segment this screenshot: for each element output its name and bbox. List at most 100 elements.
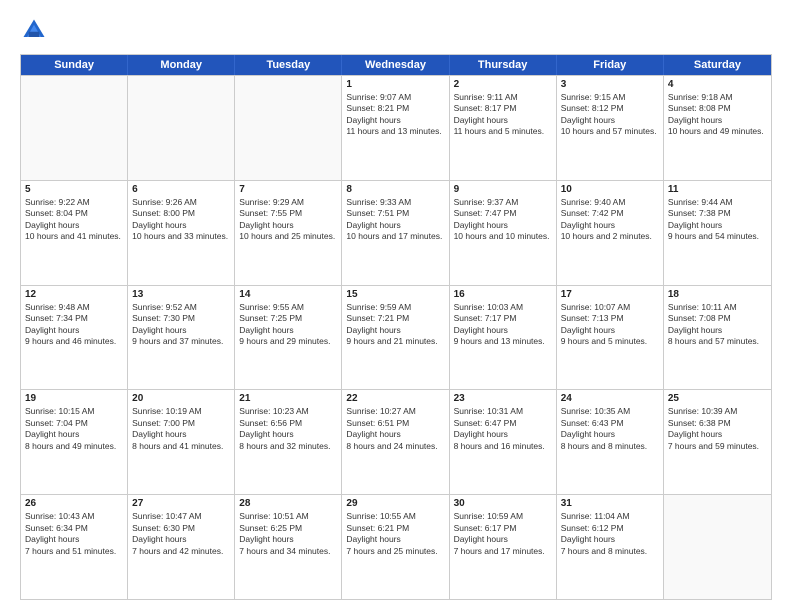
- calendar-cell: 19Sunrise: 10:15 AMSunset: 7:04 PMDaylig…: [21, 390, 128, 494]
- day-number: 6: [132, 184, 230, 195]
- calendar-week-2: 5 Sunrise: 9:22 AMSunset: 8:04 PMDaylight…: [21, 180, 771, 285]
- calendar-cell: 5 Sunrise: 9:22 AMSunset: 8:04 PMDaylight…: [21, 181, 128, 285]
- day-number: 23: [454, 393, 552, 404]
- day-number: 8: [346, 184, 444, 195]
- day-number: 30: [454, 498, 552, 509]
- day-number: 31: [561, 498, 659, 509]
- day-info: Sunrise: 9:40 AMSunset: 7:42 PMDaylight …: [561, 197, 659, 243]
- day-info: Sunrise: 10:51 AMSunset: 6:25 PMDaylight…: [239, 511, 337, 557]
- calendar-cell: [235, 76, 342, 180]
- day-header-thursday: Thursday: [450, 55, 557, 75]
- calendar: SundayMondayTuesdayWednesdayThursdayFrid…: [20, 54, 772, 600]
- calendar-cell: [21, 76, 128, 180]
- calendar-week-5: 26Sunrise: 10:43 AMSunset: 6:34 PMDaylig…: [21, 494, 771, 599]
- day-number: 2: [454, 79, 552, 90]
- day-info: Sunrise: 10:59 AMSunset: 6:17 PMDaylight…: [454, 511, 552, 557]
- day-number: 14: [239, 289, 337, 300]
- calendar-cell: 16Sunrise: 10:03 AMSunset: 7:17 PMDaylig…: [450, 286, 557, 390]
- day-header-wednesday: Wednesday: [342, 55, 449, 75]
- calendar-cell: 25 Sunrise: 10:39 AMSunset: 6:38 PMDaylig…: [664, 390, 771, 494]
- calendar-cell: 17 Sunrise: 10:07 AMSunset: 7:13 PMDaylig…: [557, 286, 664, 390]
- day-info: Sunrise: 10:19 AMSunset: 7:00 PMDaylight…: [132, 406, 230, 452]
- day-number: 27: [132, 498, 230, 509]
- page: SundayMondayTuesdayWednesdayThursdayFrid…: [0, 0, 792, 612]
- day-info: Sunrise: 9:55 AMSunset: 7:25 PMDaylight …: [239, 302, 337, 348]
- day-header-friday: Friday: [557, 55, 664, 75]
- day-info: Sunrise: 9:26 AMSunset: 8:00 PMDaylight …: [132, 197, 230, 243]
- calendar-cell: 13 Sunrise: 9:52 AMSunset: 7:30 PMDayligh…: [128, 286, 235, 390]
- day-number: 22: [346, 393, 444, 404]
- calendar-week-1: 1 Sunrise: 9:07 AMSunset: 8:21 PMDaylight…: [21, 75, 771, 180]
- calendar-cell: 6 Sunrise: 9:26 AMSunset: 8:00 PMDaylight…: [128, 181, 235, 285]
- header: [20, 16, 772, 44]
- calendar-cell: 20 Sunrise: 10:19 AMSunset: 7:00 PMDaylig…: [128, 390, 235, 494]
- calendar-cell: 26Sunrise: 10:43 AMSunset: 6:34 PMDaylig…: [21, 495, 128, 599]
- day-number: 1: [346, 79, 444, 90]
- day-info: Sunrise: 9:59 AMSunset: 7:21 PMDaylight …: [346, 302, 444, 348]
- day-number: 9: [454, 184, 552, 195]
- day-info: Sunrise: 9:11 AMSunset: 8:17 PMDaylight …: [454, 92, 552, 138]
- day-info: Sunrise: 9:22 AMSunset: 8:04 PMDaylight …: [25, 197, 123, 243]
- day-number: 4: [668, 79, 767, 90]
- day-info: Sunrise: 10:27 AMSunset: 6:51 PMDaylight…: [346, 406, 444, 452]
- day-info: Sunrise: 10:23 AMSunset: 6:56 PMDaylight…: [239, 406, 337, 452]
- day-number: 25: [668, 393, 767, 404]
- day-number: 11: [668, 184, 767, 195]
- calendar-cell: 7Sunrise: 9:29 AMSunset: 7:55 PMDaylight…: [235, 181, 342, 285]
- calendar-cell: [664, 495, 771, 599]
- day-info: Sunrise: 9:52 AMSunset: 7:30 PMDaylight …: [132, 302, 230, 348]
- calendar-cell: 29Sunrise: 10:55 AMSunset: 6:21 PMDaylig…: [342, 495, 449, 599]
- calendar-cell: 18Sunrise: 10:11 AMSunset: 7:08 PMDaylig…: [664, 286, 771, 390]
- calendar-body: 1 Sunrise: 9:07 AMSunset: 8:21 PMDaylight…: [21, 75, 771, 599]
- logo-icon: [20, 16, 48, 44]
- day-number: 21: [239, 393, 337, 404]
- day-info: Sunrise: 10:47 AMSunset: 6:30 PMDaylight…: [132, 511, 230, 557]
- day-header-tuesday: Tuesday: [235, 55, 342, 75]
- day-number: 5: [25, 184, 123, 195]
- day-number: 10: [561, 184, 659, 195]
- day-number: 16: [454, 289, 552, 300]
- day-info: Sunrise: 9:37 AMSunset: 7:47 PMDaylight …: [454, 197, 552, 243]
- day-number: 18: [668, 289, 767, 300]
- day-number: 13: [132, 289, 230, 300]
- day-info: Sunrise: 9:18 AMSunset: 8:08 PMDaylight …: [668, 92, 767, 138]
- calendar-cell: 24 Sunrise: 10:35 AMSunset: 6:43 PMDaylig…: [557, 390, 664, 494]
- calendar-cell: 15 Sunrise: 9:59 AMSunset: 7:21 PMDayligh…: [342, 286, 449, 390]
- day-info: Sunrise: 10:43 AMSunset: 6:34 PMDaylight…: [25, 511, 123, 557]
- calendar-cell: 2 Sunrise: 9:11 AMSunset: 8:17 PMDaylight…: [450, 76, 557, 180]
- calendar-cell: 14 Sunrise: 9:55 AMSunset: 7:25 PMDayligh…: [235, 286, 342, 390]
- day-info: Sunrise: 11:04 AMSunset: 6:12 PMDaylight…: [561, 511, 659, 557]
- day-number: 28: [239, 498, 337, 509]
- calendar-cell: 23 Sunrise: 10:31 AMSunset: 6:47 PMDaylig…: [450, 390, 557, 494]
- day-info: Sunrise: 10:39 AMSunset: 6:38 PMDaylight…: [668, 406, 767, 452]
- day-number: 24: [561, 393, 659, 404]
- calendar-cell: 30 Sunrise: 10:59 AMSunset: 6:17 PMDaylig…: [450, 495, 557, 599]
- day-number: 15: [346, 289, 444, 300]
- calendar-header: SundayMondayTuesdayWednesdayThursdayFrid…: [21, 55, 771, 75]
- calendar-cell: 8 Sunrise: 9:33 AMSunset: 7:51 PMDaylight…: [342, 181, 449, 285]
- calendar-cell: 10 Sunrise: 9:40 AMSunset: 7:42 PMDayligh…: [557, 181, 664, 285]
- calendar-week-4: 19Sunrise: 10:15 AMSunset: 7:04 PMDaylig…: [21, 389, 771, 494]
- calendar-cell: 3Sunrise: 9:15 AMSunset: 8:12 PMDaylight…: [557, 76, 664, 180]
- calendar-cell: 4 Sunrise: 9:18 AMSunset: 8:08 PMDaylight…: [664, 76, 771, 180]
- day-info: Sunrise: 10:35 AMSunset: 6:43 PMDaylight…: [561, 406, 659, 452]
- calendar-cell: 12Sunrise: 9:48 AMSunset: 7:34 PMDayligh…: [21, 286, 128, 390]
- day-number: 20: [132, 393, 230, 404]
- day-info: Sunrise: 9:44 AMSunset: 7:38 PMDaylight …: [668, 197, 767, 243]
- day-info: Sunrise: 9:15 AMSunset: 8:12 PMDaylight …: [561, 92, 659, 138]
- day-number: 17: [561, 289, 659, 300]
- day-header-monday: Monday: [128, 55, 235, 75]
- day-info: Sunrise: 10:07 AMSunset: 7:13 PMDaylight…: [561, 302, 659, 348]
- calendar-cell: 21 Sunrise: 10:23 AMSunset: 6:56 PMDaylig…: [235, 390, 342, 494]
- calendar-cell: 28 Sunrise: 10:51 AMSunset: 6:25 PMDaylig…: [235, 495, 342, 599]
- calendar-cell: 22 Sunrise: 10:27 AMSunset: 6:51 PMDaylig…: [342, 390, 449, 494]
- calendar-cell: 11 Sunrise: 9:44 AMSunset: 7:38 PMDayligh…: [664, 181, 771, 285]
- day-info: Sunrise: 10:31 AMSunset: 6:47 PMDaylight…: [454, 406, 552, 452]
- day-number: 7: [239, 184, 337, 195]
- day-info: Sunrise: 9:07 AMSunset: 8:21 PMDaylight …: [346, 92, 444, 138]
- day-info: Sunrise: 9:33 AMSunset: 7:51 PMDaylight …: [346, 197, 444, 243]
- day-number: 19: [25, 393, 123, 404]
- day-info: Sunrise: 9:48 AMSunset: 7:34 PMDaylight …: [25, 302, 123, 348]
- calendar-cell: 27 Sunrise: 10:47 AMSunset: 6:30 PMDaylig…: [128, 495, 235, 599]
- calendar-cell: [128, 76, 235, 180]
